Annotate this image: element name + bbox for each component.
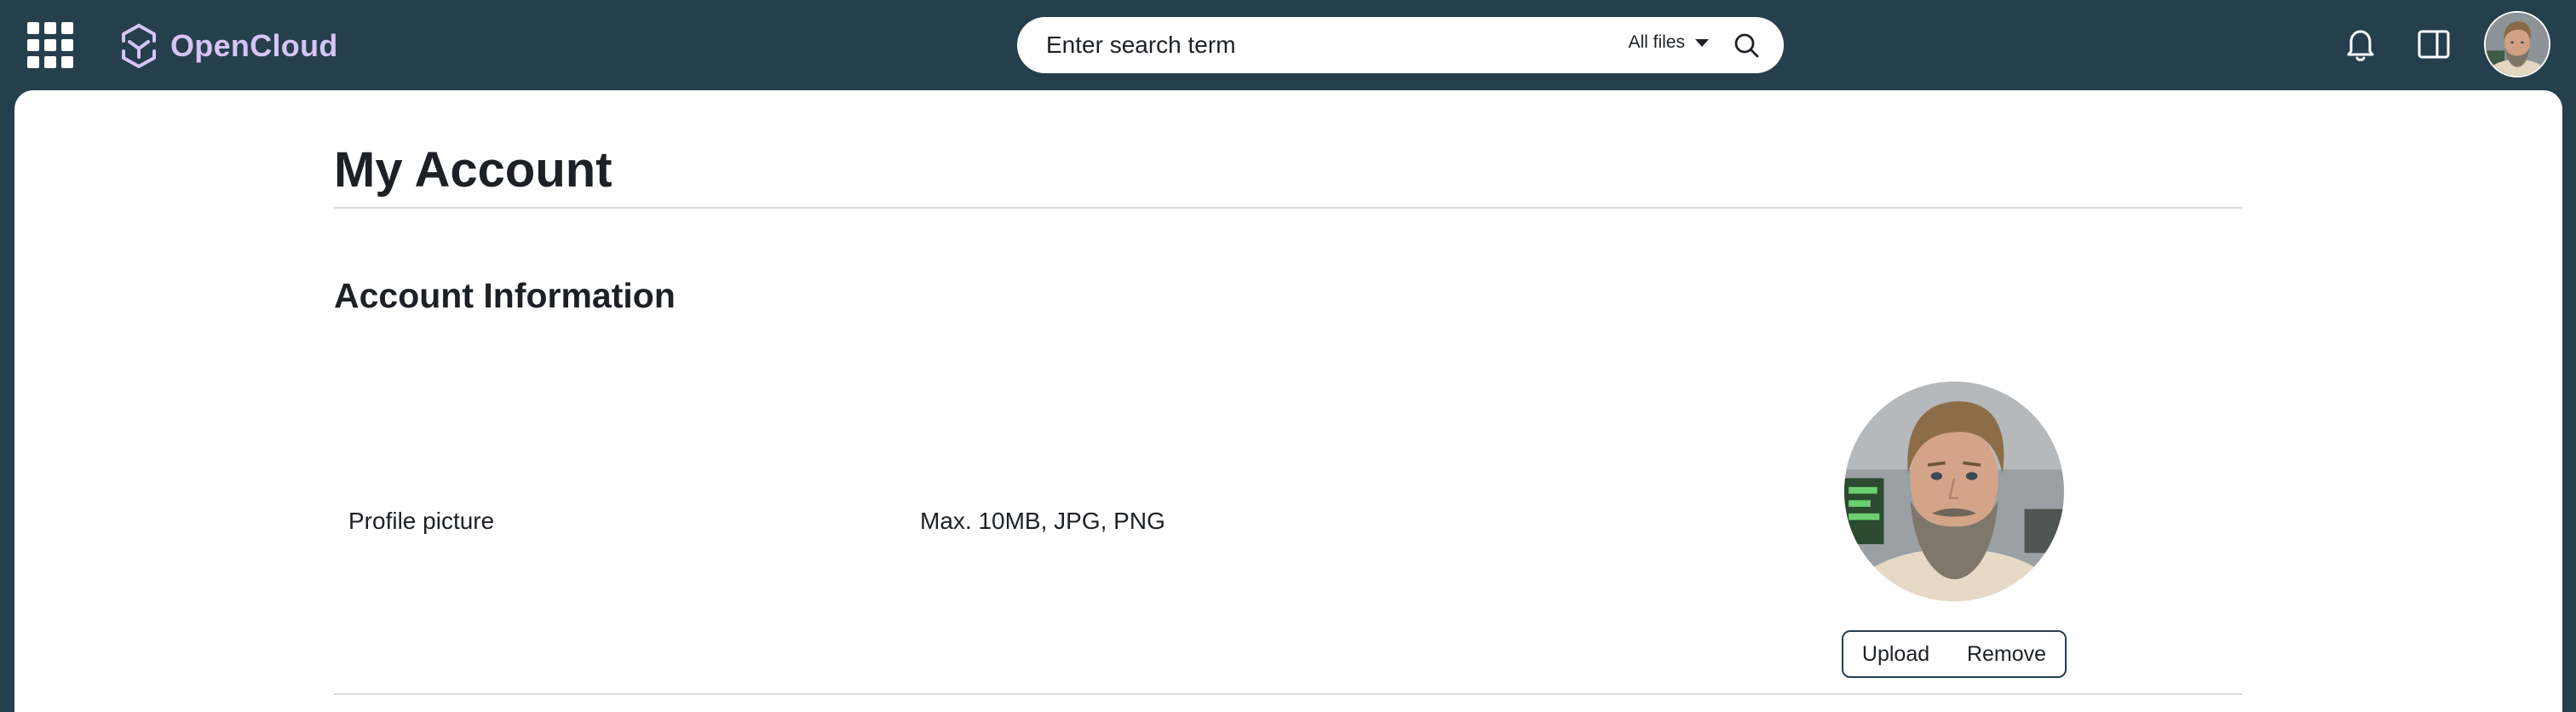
search-input[interactable] [1044, 23, 1576, 67]
upload-button[interactable]: Upload [1855, 642, 1936, 667]
search-bar: All files [1017, 17, 1784, 73]
row-divider [334, 693, 2242, 695]
brand-name: OpenCloud [170, 28, 338, 63]
top-bar: OpenCloud All files [0, 0, 2576, 90]
profile-picture-image [1844, 382, 2064, 601]
main-content: My Account Account Information Profile p… [14, 90, 2562, 712]
profile-picture-label: Profile picture [348, 508, 495, 534]
opencloud-logo-icon [122, 24, 156, 68]
title-divider [334, 207, 2242, 209]
bell-icon[interactable] [2341, 25, 2380, 64]
search-icon[interactable] [1731, 30, 1762, 60]
page-title: My Account [334, 142, 612, 198]
search-scope-dropdown[interactable]: All files [1628, 32, 1709, 53]
profile-picture-hint: Max. 10MB, JPG, PNG [920, 508, 1165, 534]
app-switcher-grid-icon[interactable] [27, 22, 78, 73]
user-avatar[interactable] [2484, 11, 2550, 78]
section-title: Account Information [334, 276, 676, 315]
avatar-image [2486, 13, 2549, 76]
caret-down-icon [1695, 38, 1709, 47]
profile-picture-preview [1844, 382, 2064, 601]
search-scope-label: All files [1628, 32, 1685, 52]
sidebar-toggle-icon[interactable] [2414, 25, 2453, 64]
brand-link[interactable]: OpenCloud [119, 20, 338, 72]
remove-button[interactable]: Remove [1960, 642, 2053, 667]
avatar-actions-group: Upload Remove [1842, 630, 2067, 678]
